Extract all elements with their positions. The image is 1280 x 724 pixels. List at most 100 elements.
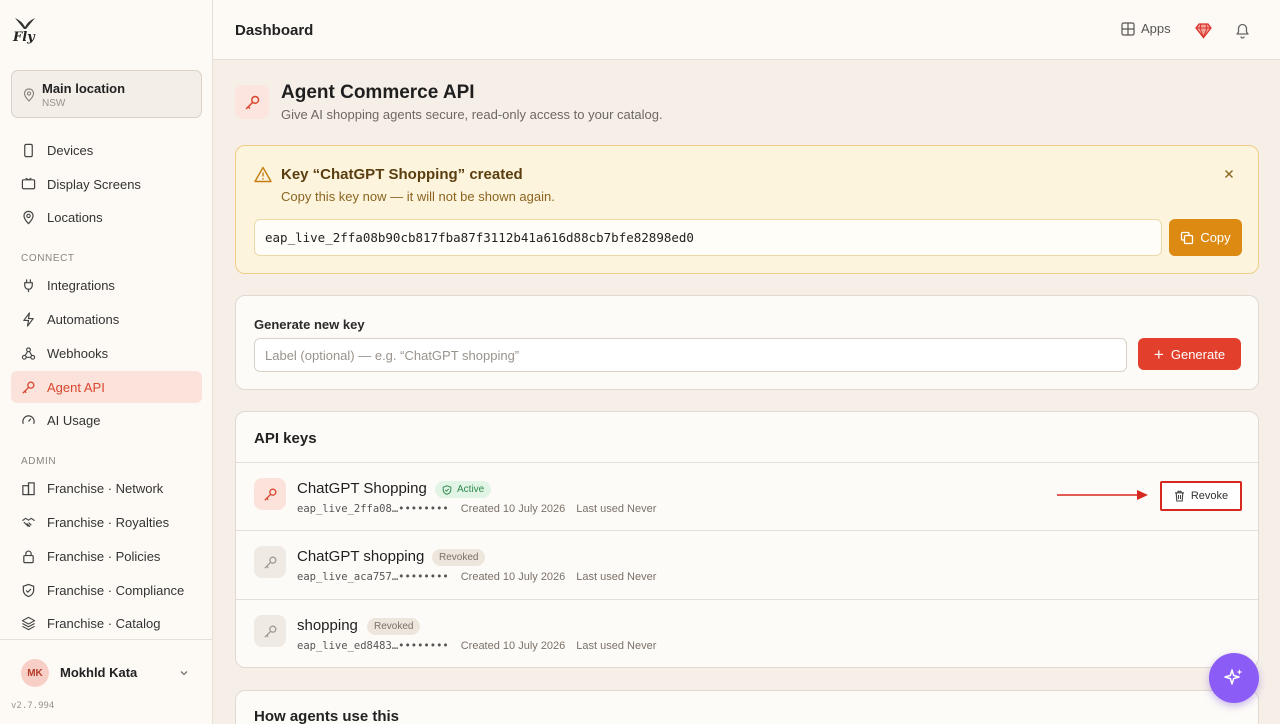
user-name: Mokhld Kata [60, 665, 138, 680]
key-name: ChatGPT shopping [297, 548, 425, 565]
key-row-icon [254, 478, 286, 510]
key-created-alert: Key “ChatGPT Shopping” created Copy this… [235, 145, 1259, 274]
alert-subtitle: Copy this key now — it will not be shown… [281, 189, 555, 204]
sidebar-item-label: Integrations [47, 277, 115, 293]
key-last-used: Last used Never [576, 571, 657, 583]
status-badge: Revoked [367, 618, 421, 635]
location-subtitle: NSW [42, 98, 66, 109]
table-row: ChatGPT Shopping Active eap_live_2ffa08…… [236, 462, 1258, 530]
section-label-admin: ADMIN [21, 456, 57, 467]
logo-text: Fly [13, 30, 35, 45]
gem-icon[interactable] [1195, 22, 1212, 39]
sidebar-item-display-screens[interactable]: Display Screens [11, 168, 202, 200]
sidebar: Fly Main location NSW Devices Display Sc… [0, 0, 213, 724]
sidebar-item-label: Franchise · Catalog [47, 615, 161, 631]
close-icon[interactable] [1223, 168, 1235, 180]
key-row-icon [254, 615, 286, 647]
section-title: Agent Commerce API [281, 82, 475, 103]
apps-button[interactable]: Apps [1121, 21, 1171, 36]
sidebar-item-franchise-network[interactable]: Franchise · Network [11, 472, 202, 504]
generate-key-card: Generate new key + Generate [235, 295, 1259, 390]
bell-icon[interactable] [1234, 21, 1251, 39]
user-menu[interactable]: MK Mokhld Kata [0, 639, 212, 703]
sidebar-item-label: Automations [47, 311, 120, 327]
version-label: v2.7.994 [11, 701, 55, 711]
key-icon [263, 487, 277, 501]
revoke-label: Revoke [1190, 490, 1229, 502]
alert-title: Key “ChatGPT Shopping” created [281, 166, 523, 183]
key-meta: eap_live_2ffa08…•••••••• Created 10 July … [297, 503, 656, 515]
copy-button[interactable]: Copy [1169, 219, 1242, 256]
pin-icon [23, 210, 34, 224]
how-agents-title: How agents use this [254, 708, 400, 724]
sidebar-item-agent-api[interactable]: Agent API [11, 371, 202, 403]
key-name: ChatGPT Shopping [297, 480, 427, 497]
sidebar-item-franchise-catalog[interactable]: Franchise · Catalog [11, 607, 202, 639]
table-row: ChatGPT shopping Revoked eap_live_aca757… [236, 530, 1258, 598]
key-prefix: eap_live_aca757…•••••••• [297, 571, 449, 583]
page-icon [235, 85, 269, 119]
layers-icon [21, 616, 36, 630]
key-prefix: eap_live_ed8483…•••••••• [297, 640, 449, 652]
sidebar-item-ai-usage[interactable]: AI Usage [11, 404, 202, 436]
key-name: shopping [297, 617, 358, 634]
status-badge: Active [435, 481, 492, 498]
trash-icon [1174, 490, 1184, 502]
api-keys-title: API keys [254, 430, 317, 447]
sidebar-item-label: Franchise · Royalties [47, 514, 170, 530]
api-key-field[interactable]: eap_live_2ffa08b90cb817fba87f3112b41a616… [254, 219, 1162, 256]
sidebar-item-automations[interactable]: Automations [11, 303, 202, 335]
sidebar-item-webhooks[interactable]: Webhooks [11, 337, 202, 369]
sidebar-item-franchise-policies[interactable]: Franchise · Policies [11, 540, 202, 572]
sidebar-item-integrations[interactable]: Integrations [11, 269, 202, 301]
main-content: Agent Commerce API Give AI shopping agen… [214, 61, 1280, 724]
sidebar-item-label: Webhooks [47, 345, 109, 361]
sidebar-item-franchise-compliance[interactable]: Franchise · Compliance [11, 574, 202, 606]
shield-icon [22, 583, 35, 597]
sidebar-item-label: Display Screens [47, 176, 141, 192]
copy-label: Copy [1200, 230, 1231, 245]
location-switcher[interactable]: Main location NSW [11, 70, 202, 118]
key-label-input[interactable] [254, 338, 1127, 372]
phone-icon [24, 143, 33, 157]
section-label-connect: CONNECT [21, 253, 75, 264]
plus-icon: + [1153, 344, 1164, 364]
network-icon [22, 481, 35, 495]
revoke-button[interactable]: Revoke [1160, 481, 1242, 511]
table-row: shopping Revoked eap_live_ed8483…•••••••… [236, 599, 1258, 667]
copy-icon [1181, 231, 1194, 244]
key-icon [263, 624, 277, 638]
ai-assistant-button[interactable] [1209, 653, 1259, 703]
key-icon [263, 555, 277, 569]
key-row-icon [254, 546, 286, 578]
location-pin-icon [23, 88, 35, 102]
how-agents-card: How agents use this [235, 690, 1259, 724]
handshake-icon [22, 517, 35, 527]
generate-button-label: Generate [1170, 346, 1226, 362]
generate-button[interactable]: + Generate [1138, 338, 1241, 370]
sidebar-item-franchise-royalties[interactable]: Franchise · Royalties [11, 506, 202, 538]
shield-check-icon [442, 484, 452, 495]
sidebar-item-label: Locations [47, 209, 103, 225]
avatar: MK [21, 659, 49, 687]
sidebar-item-label: Franchise · Compliance [47, 582, 185, 598]
gauge-icon [22, 414, 35, 424]
top-bar: Dashboard Apps [213, 0, 1280, 60]
location-title: Main location [42, 81, 126, 96]
warning-icon [254, 166, 272, 183]
key-created: Created 10 July 2026 [460, 503, 566, 515]
sidebar-item-devices[interactable]: Devices [11, 134, 202, 166]
sidebar-item-locations[interactable]: Locations [11, 201, 202, 233]
lock-icon [23, 550, 34, 563]
webhook-icon [21, 346, 36, 360]
api-keys-card: API keys ChatGPT Shopping Active eap_liv… [235, 411, 1259, 668]
plug-icon [24, 278, 33, 292]
apps-label: Apps [1141, 21, 1171, 36]
grid-icon [1121, 21, 1135, 36]
chevron-down-icon [180, 671, 188, 676]
sidebar-item-label: AI Usage [47, 412, 101, 428]
sidebar-item-label: Franchise · Network [47, 480, 164, 496]
sidebar-item-label: Franchise · Policies [47, 548, 161, 564]
annotation-arrow-icon [1057, 490, 1148, 500]
page-title: Dashboard [235, 22, 314, 39]
